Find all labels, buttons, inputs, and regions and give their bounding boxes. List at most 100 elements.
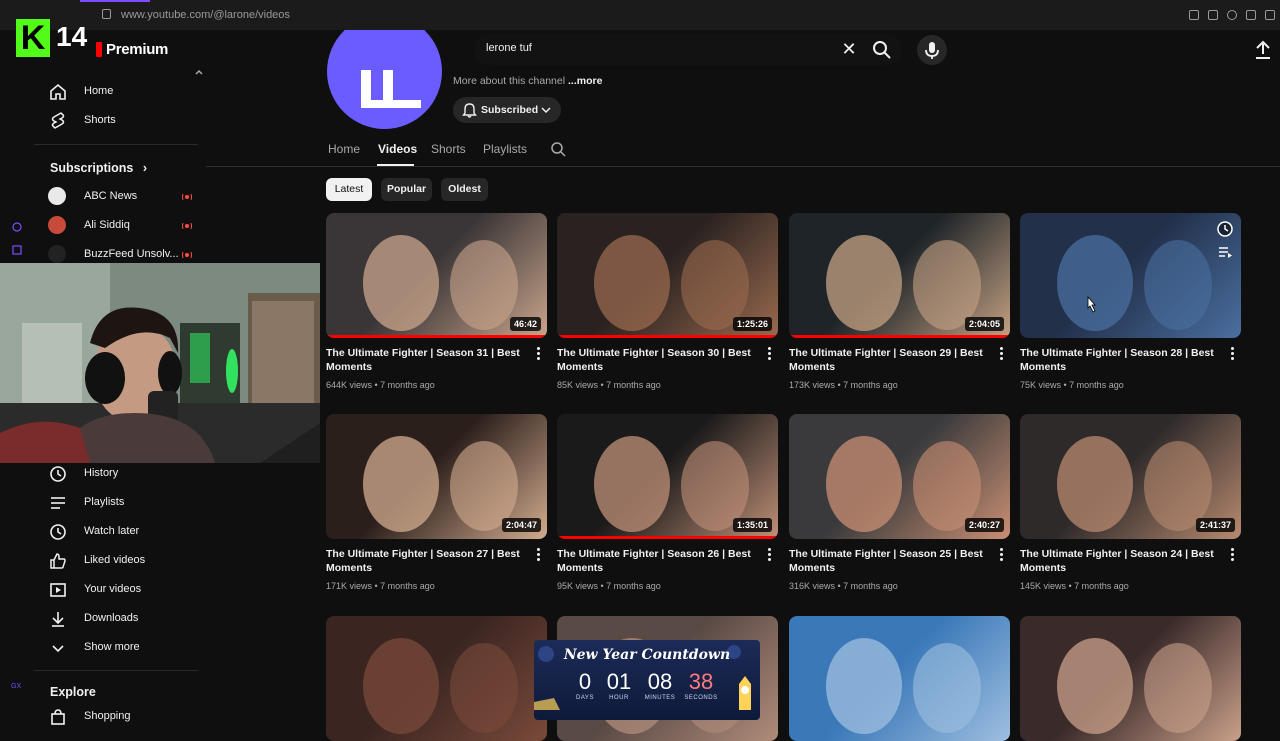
more-options-icon[interactable]	[536, 347, 542, 361]
watch-progress-bar	[789, 335, 1010, 338]
home-icon	[50, 83, 66, 100]
chip-oldest[interactable]: Oldest	[441, 178, 488, 201]
search-box[interactable]: lerone tuf ✕	[474, 34, 902, 65]
video-thumbnail[interactable]	[1020, 213, 1241, 338]
more-options-icon[interactable]	[999, 347, 1005, 361]
sidebar-item-shopping[interactable]: Shopping	[48, 705, 198, 729]
more-options-icon[interactable]	[1230, 347, 1236, 361]
sidebar-item-watch-later[interactable]: Watch later	[48, 520, 198, 544]
video-duration: 2:04:05	[964, 317, 1004, 331]
countdown-seconds: 38 SECONDS	[679, 669, 723, 701]
sidebar-item-downloads[interactable]: Downloads	[48, 607, 198, 631]
video-thumbnail[interactable]: 1:25:26	[557, 213, 778, 338]
download-icon[interactable]	[1265, 10, 1275, 20]
more-options-icon[interactable]	[536, 548, 542, 562]
sidebar-item-subscription[interactable]: Ali Siddiq	[48, 214, 198, 238]
add-to-queue-icon[interactable]	[1216, 243, 1234, 261]
video-title[interactable]: The Ultimate Fighter | Season 30 | Best …	[557, 346, 757, 374]
channel-avatar	[48, 245, 66, 263]
browser-url-bar: www.youtube.com/@larone/videos	[0, 0, 1280, 30]
tab-videos[interactable]: Videos	[378, 142, 417, 156]
countdown-minutes-value: 08	[647, 669, 673, 694]
video-title[interactable]: The Ultimate Fighter | Season 27 | Best …	[326, 547, 526, 575]
video-title[interactable]: The Ultimate Fighter | Season 24 | Best …	[1020, 547, 1220, 575]
channel-search-icon[interactable]	[550, 141, 567, 158]
video-title[interactable]: The Ultimate Fighter | Season 25 | Best …	[789, 547, 989, 575]
subscription-label: Ali Siddiq	[84, 219, 130, 231]
channel-description[interactable]: More about this channel ...more	[453, 75, 602, 87]
subscription-label: ABC News	[84, 190, 138, 202]
shield-icon[interactable]	[1227, 10, 1237, 20]
subscriptions-heading[interactable]: Subscriptions ›	[50, 161, 147, 175]
bookmark-icon[interactable]	[1189, 10, 1199, 20]
video-title[interactable]: The Ultimate Fighter | Season 29 | Best …	[789, 346, 989, 374]
play-icon[interactable]	[1246, 10, 1256, 20]
sidebar-item-label: Downloads	[84, 612, 139, 624]
video-thumbnail[interactable]: 2:41:37	[1020, 414, 1241, 539]
subscriptions-heading-label: Subscriptions	[50, 161, 134, 175]
video-thumbnail[interactable]: 1:35:01	[557, 414, 778, 539]
thumbs-up-icon	[50, 553, 66, 569]
video-duration: 2:40:27	[964, 518, 1004, 532]
video-thumbnail[interactable]: 2:40:27	[789, 414, 1010, 539]
sidebar-item-home[interactable]: Home	[48, 80, 198, 104]
video-metadata: 145K views • 7 months ago	[1020, 581, 1129, 591]
sidebar-item-history[interactable]: History	[48, 462, 198, 486]
thumbnail-image	[826, 638, 981, 734]
sidebar-divider	[34, 670, 198, 671]
watch-later-icon[interactable]	[1216, 220, 1234, 238]
side-panel-icons[interactable]	[11, 222, 23, 262]
channel-avatar[interactable]	[327, 30, 442, 130]
mic-icon	[925, 42, 939, 59]
video-thumbnail[interactable]	[789, 616, 1010, 741]
sidebar-item-show-more[interactable]: Show more	[48, 636, 198, 660]
youtube-logo-icon	[96, 42, 102, 57]
clear-search-icon[interactable]: ✕	[840, 40, 858, 58]
tab-shorts[interactable]: Shorts	[431, 142, 466, 156]
gx-icon[interactable]: GX	[11, 680, 23, 690]
video-thumbnail[interactable]	[326, 616, 547, 741]
video-duration: 1:25:26	[732, 317, 772, 331]
sidebar-item-your-videos[interactable]: Your videos	[48, 578, 198, 602]
chip-popular[interactable]: Popular	[381, 178, 432, 201]
video-thumbnail[interactable]	[1020, 616, 1241, 741]
video-duration: 2:04:47	[501, 518, 541, 532]
url-text[interactable]: www.youtube.com/@larone/videos	[121, 9, 290, 21]
more-link[interactable]: ...more	[568, 75, 602, 87]
playlists-icon	[51, 497, 65, 509]
countdown-title: New Year Countdown	[563, 647, 731, 663]
live-icon	[182, 251, 192, 259]
tab-playlists[interactable]: Playlists	[483, 142, 527, 156]
sidebar-item-subscription[interactable]: ABC News	[48, 185, 198, 209]
video-title[interactable]: The Ultimate Fighter | Season 26 | Best …	[557, 547, 757, 575]
subscribed-button[interactable]: Subscribed	[453, 97, 561, 123]
thumbnail-image	[1057, 638, 1212, 734]
sidebar-item-shorts[interactable]: Shorts	[48, 109, 198, 133]
video-duration: 1:35:01	[732, 518, 772, 532]
more-options-icon[interactable]	[999, 548, 1005, 562]
search-icon[interactable]	[870, 38, 894, 62]
clock-icon	[50, 524, 66, 540]
history-icon	[50, 466, 66, 482]
extension-icon[interactable]	[1208, 10, 1218, 20]
sidebar-item-playlists[interactable]: Playlists	[48, 491, 198, 515]
video-thumbnail[interactable]: 2:04:47	[326, 414, 547, 539]
search-input[interactable]: lerone tuf	[486, 42, 532, 54]
upload-icon[interactable]	[1254, 40, 1272, 60]
video-thumbnail[interactable]: 46:42	[326, 213, 547, 338]
tab-home[interactable]: Home	[328, 142, 360, 156]
video-title[interactable]: The Ultimate Fighter | Season 28 | Best …	[1020, 346, 1220, 374]
more-options-icon[interactable]	[767, 548, 773, 562]
video-thumbnail[interactable]: 2:04:05	[789, 213, 1010, 338]
collapse-up-icon[interactable]	[194, 68, 204, 76]
more-options-icon[interactable]	[767, 347, 773, 361]
more-options-icon[interactable]	[1230, 548, 1236, 562]
svg-text:GX: GX	[11, 683, 21, 690]
chip-latest[interactable]: Latest	[326, 178, 372, 201]
video-title[interactable]: The Ultimate Fighter | Season 31 | Best …	[326, 346, 526, 374]
video-metadata: 171K views • 7 months ago	[326, 581, 435, 591]
video-duration: 2:41:37	[1195, 518, 1235, 532]
voice-search-button[interactable]	[917, 35, 947, 65]
countdown-seconds-unit: SECONDS	[684, 695, 718, 701]
sidebar-item-liked-videos[interactable]: Liked videos	[48, 549, 198, 573]
